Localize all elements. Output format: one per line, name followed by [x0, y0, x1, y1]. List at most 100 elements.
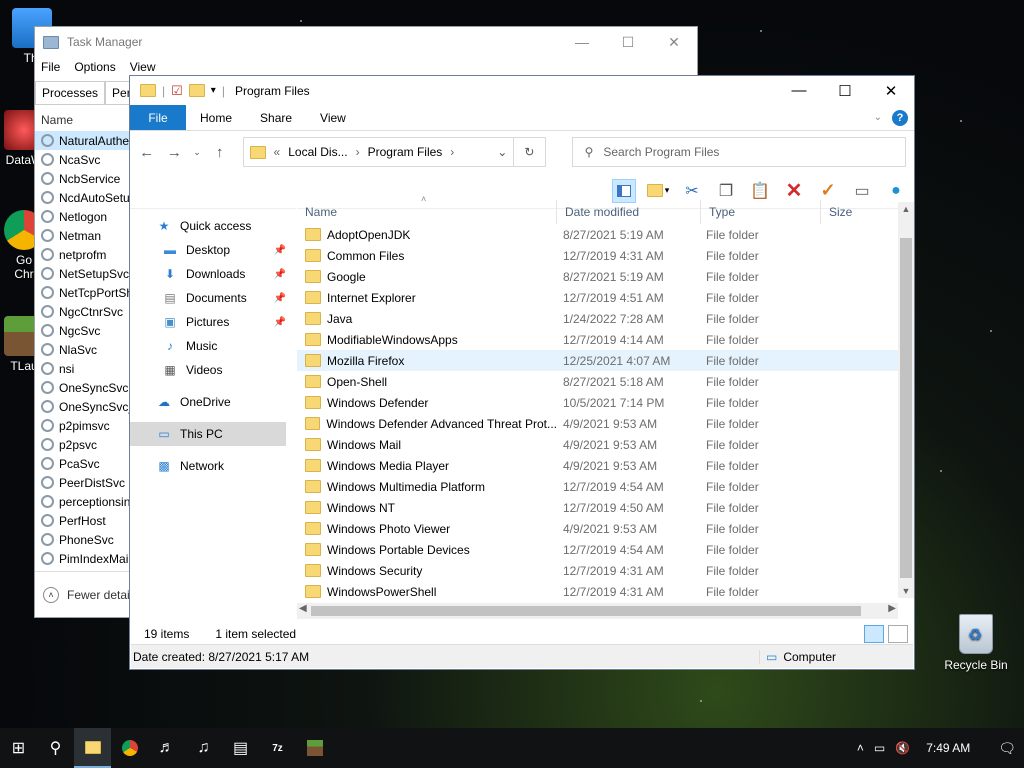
new-folder-dropdown-icon[interactable]: ▾	[646, 179, 670, 203]
customize-quick-access-icon[interactable]: ▾	[211, 85, 216, 96]
breadcrumb-program-files[interactable]: Program Files	[368, 145, 443, 159]
file-row[interactable]: Windows Defender Advanced Threat Prot...…	[297, 413, 914, 434]
file-row[interactable]: Common Files 12/7/2019 4:31 AM File folder	[297, 245, 914, 266]
service-row[interactable]: Netman	[35, 226, 131, 245]
notifications-icon[interactable]: 🗨	[998, 740, 1016, 757]
paste-icon[interactable]: 📋	[748, 179, 772, 203]
clock[interactable]: 7:49 AM	[926, 741, 970, 755]
pin-icon[interactable]: 📌	[274, 269, 286, 280]
cut-icon[interactable]: ✂	[680, 179, 704, 203]
checkmark-icon[interactable]: ✓	[816, 179, 840, 203]
back-arrow-icon[interactable]: ←	[138, 144, 156, 161]
copy-icon[interactable]: ❐	[714, 179, 738, 203]
details-view-button[interactable]	[864, 625, 884, 643]
minimize-button[interactable]: —	[559, 34, 605, 51]
horizontal-scrollbar[interactable]: ◀ ▶	[297, 603, 898, 619]
file-row[interactable]: ModifiableWindowsApps 12/7/2019 4:14 AM Fi…	[297, 329, 914, 350]
service-row[interactable]: PcaSvc	[35, 454, 131, 473]
maximize-button[interactable]: ☐	[822, 82, 868, 100]
search-icon[interactable]: ⚲	[37, 728, 74, 768]
column-type[interactable]: Type	[701, 200, 821, 224]
file-row[interactable]: Mozilla Firefox 12/25/2021 4:07 AM File fo…	[297, 350, 914, 371]
nav-this-pc[interactable]: ▭ This PC	[130, 422, 286, 446]
service-row[interactable]: NaturalAuthe	[35, 131, 131, 150]
scroll-left-icon[interactable]: ◀	[299, 603, 307, 614]
scroll-up-icon[interactable]: ▲	[898, 204, 914, 214]
menu-options[interactable]: Options	[74, 60, 115, 74]
pin-icon[interactable]: 📌	[274, 317, 286, 328]
explorer-window[interactable]: | ☑ ▾ | Program Files — ☐ ✕ File Home Sh…	[129, 75, 915, 670]
tab-share[interactable]: Share	[246, 105, 306, 130]
column-name[interactable]: Name ˄	[297, 194, 557, 224]
file-row[interactable]: Windows Security 12/7/2019 4:31 AM File fo…	[297, 560, 914, 581]
file-row[interactable]: Windows Media Player 4/9/2021 9:53 AM File…	[297, 455, 914, 476]
file-row[interactable]: Internet Explorer 12/7/2019 4:51 AM File f…	[297, 287, 914, 308]
menu-view[interactable]: View	[130, 60, 156, 74]
file-row[interactable]: Windows Photo Viewer 4/9/2021 9:53 AM File…	[297, 518, 914, 539]
fewer-details-button[interactable]: ˄ Fewer detai	[35, 571, 131, 617]
scroll-thumb[interactable]	[311, 606, 861, 616]
up-arrow-icon[interactable]: ↑	[211, 144, 229, 161]
layout-pane-icon[interactable]	[612, 178, 636, 203]
service-row[interactable]: NlaSvc	[35, 340, 131, 359]
file-row[interactable]: Windows Mail 4/9/2021 9:53 AM File folder	[297, 434, 914, 455]
minimize-button[interactable]: —	[776, 82, 822, 100]
service-row[interactable]: nsi	[35, 359, 131, 378]
globe-icon[interactable]: ●	[884, 179, 908, 203]
nav-downloads[interactable]: ⬇ Downloads 📌	[130, 262, 296, 286]
desktop-icon-recycle-bin[interactable]: Recycle Bin	[944, 614, 1008, 672]
new-folder-icon[interactable]	[188, 84, 205, 97]
service-row[interactable]: p2pimsvc	[35, 416, 131, 435]
task-manager-titlebar[interactable]: Task Manager — ☐ ✕	[35, 27, 697, 57]
seven-zip-icon[interactable]: 7z	[259, 728, 296, 768]
address-dropdown-icon[interactable]: ⌄	[497, 145, 513, 159]
service-row[interactable]: PhoneSvc	[35, 530, 131, 549]
large-icons-view-button[interactable]	[888, 625, 908, 643]
service-row[interactable]: Netlogon	[35, 207, 131, 226]
service-row[interactable]: PimIndexMai	[35, 549, 131, 568]
expand-ribbon-icon[interactable]: ⌄	[874, 112, 882, 123]
close-button[interactable]: ✕	[868, 82, 914, 100]
media-app-icon[interactable]: ♬	[148, 728, 185, 768]
service-row[interactable]: perceptionsin	[35, 492, 131, 511]
refresh-button[interactable]: ↻	[514, 137, 546, 167]
service-row[interactable]: p2psvc	[35, 435, 131, 454]
file-row[interactable]: AdoptOpenJDK 8/27/2021 5:19 AM File folder	[297, 224, 914, 245]
scroll-thumb[interactable]	[900, 238, 912, 578]
file-row[interactable]: Windows NT 12/7/2019 4:50 AM File folder	[297, 497, 914, 518]
file-row[interactable]: Google 8/27/2021 5:19 AM File folder	[297, 266, 914, 287]
task-manager-taskbar-icon[interactable]: ▤	[222, 728, 259, 768]
scroll-down-icon[interactable]: ▼	[898, 586, 914, 596]
file-row[interactable]: Windows Defender 10/5/2021 7:14 PM File fo…	[297, 392, 914, 413]
file-row[interactable]: Open-Shell 8/27/2021 5:18 AM File folder	[297, 371, 914, 392]
rename-icon[interactable]: ▭	[850, 179, 874, 203]
forward-arrow-icon[interactable]: →	[166, 144, 184, 161]
service-row[interactable]: OneSyncSvc	[35, 378, 131, 397]
network-icon[interactable]: ▭	[874, 741, 885, 755]
file-row[interactable]: Java 1/24/2022 7:28 AM File folder	[297, 308, 914, 329]
chrome-taskbar-icon[interactable]	[111, 728, 148, 768]
media-app-icon[interactable]: ♫	[185, 728, 222, 768]
vertical-scrollbar[interactable]: ▲ ▼	[898, 202, 914, 598]
help-icon[interactable]: ?	[892, 109, 908, 126]
tab-view[interactable]: View	[306, 105, 360, 130]
file-row[interactable]: Windows Portable Devices 12/7/2019 4:54 A…	[297, 539, 914, 560]
recent-locations-icon[interactable]: ⌄	[193, 147, 201, 158]
pin-icon[interactable]: 📌	[274, 245, 286, 256]
pin-icon[interactable]: 📌	[274, 293, 286, 304]
nav-music[interactable]: ♪ Music	[130, 334, 296, 358]
breadcrumb-local-disk[interactable]: Local Dis...	[288, 145, 347, 159]
nav-videos[interactable]: ▦ Videos	[130, 358, 296, 382]
service-row[interactable]: PeerDistSvc	[35, 473, 131, 492]
properties-icon[interactable]: ☑	[171, 83, 183, 99]
service-row[interactable]: OneSyncSvc_	[35, 397, 131, 416]
nav-network[interactable]: ▩ Network	[130, 454, 296, 478]
nav-desktop[interactable]: ▬ Desktop 📌	[130, 238, 296, 262]
scroll-right-icon[interactable]: ▶	[888, 603, 896, 614]
file-row[interactable]: WindowsPowerShell 12/7/2019 4:31 AM File f…	[297, 581, 914, 602]
service-row[interactable]: NetSetupSvc	[35, 264, 131, 283]
service-row[interactable]: NcaSvc	[35, 150, 131, 169]
minecraft-taskbar-icon[interactable]	[296, 728, 333, 768]
column-date-modified[interactable]: Date modified	[557, 200, 701, 224]
maximize-button[interactable]: ☐	[605, 34, 651, 51]
